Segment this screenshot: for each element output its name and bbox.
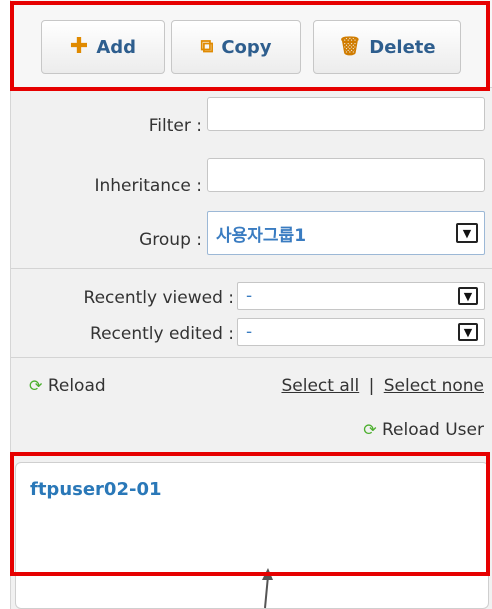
toolbar: ✚ Add ⧉ Copy 🗑 Delete — [11, 0, 492, 88]
copy-button-label: Copy — [221, 36, 272, 58]
group-select[interactable]: 사용자그룹1 ▼ — [207, 211, 485, 255]
reload-icon: ⟳ — [29, 376, 43, 395]
copy-button[interactable]: ⧉ Copy — [171, 20, 301, 74]
recently-edited-value: - — [246, 322, 253, 342]
reload-link[interactable]: ⟳ Reload — [29, 376, 106, 396]
inheritance-label: Inheritance : — [94, 176, 202, 196]
selection-separator: | — [368, 376, 375, 396]
reload-icon: ⟳ — [363, 420, 377, 439]
divider — [11, 357, 492, 358]
group-select-value: 사용자그룹1 — [216, 225, 307, 246]
inheritance-input[interactable] — [207, 158, 485, 192]
recently-viewed-select[interactable]: - ▼ — [237, 282, 485, 310]
reload-user-link[interactable]: ⟳ Reload User — [363, 420, 484, 440]
select-all-link[interactable]: Select all — [281, 376, 359, 396]
arrow-up-icon — [262, 568, 273, 609]
selection-links: Select all | Select none — [281, 376, 484, 396]
divider — [11, 268, 492, 269]
recently-viewed-value: - — [246, 286, 253, 306]
copy-icon: ⧉ — [200, 36, 214, 57]
list-item[interactable]: ftpuser02-01 — [30, 479, 162, 500]
filter-label: Filter : — [148, 116, 202, 136]
recently-viewed-label: Recently viewed : — [83, 288, 234, 308]
group-label: Group : — [139, 230, 202, 250]
reload-user-label: Reload User — [382, 420, 484, 440]
select-none-link[interactable]: Select none — [384, 376, 484, 396]
delete-button-label: Delete — [369, 36, 436, 58]
recently-edited-label: Recently edited : — [90, 324, 234, 344]
recently-edited-select[interactable]: - ▼ — [237, 318, 485, 346]
reload-label: Reload — [47, 376, 106, 396]
delete-button[interactable]: 🗑 Delete — [313, 20, 461, 74]
trash-icon: 🗑 — [338, 36, 362, 57]
plus-icon: ✚ — [69, 34, 89, 59]
chevron-down-icon: ▼ — [458, 287, 478, 305]
add-button[interactable]: ✚ Add — [41, 20, 165, 74]
user-panel: ✚ Add ⧉ Copy 🗑 Delete Filter : Inheritan… — [10, 0, 492, 609]
chevron-down-icon: ▼ — [456, 223, 478, 243]
add-button-label: Add — [96, 36, 137, 58]
filter-input[interactable] — [207, 97, 485, 131]
chevron-down-icon: ▼ — [458, 323, 478, 341]
